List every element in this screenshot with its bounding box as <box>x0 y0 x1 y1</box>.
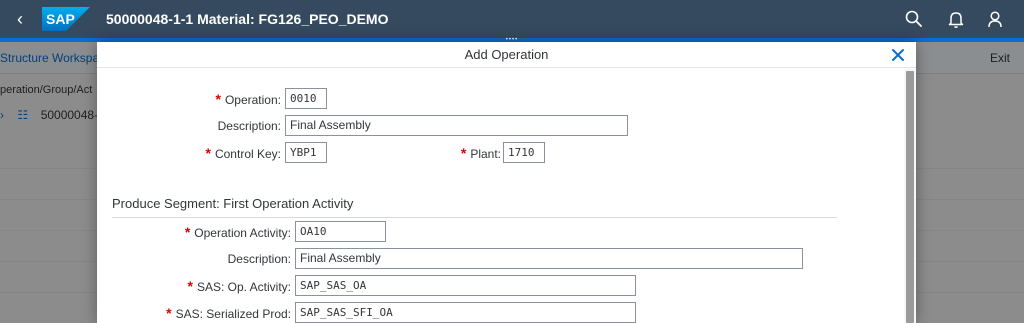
scrollbar-thumb[interactable] <box>906 71 914 323</box>
operation-activity-label: * Operation Activity: <box>184 224 291 240</box>
required-marker: * <box>215 91 221 107</box>
shell-bar: ‹ SAP 50000048-1-1 Material: FG126_PEO_D… <box>0 0 1024 38</box>
description-input[interactable]: Final Assembly <box>285 115 628 136</box>
required-marker: * <box>166 305 172 321</box>
sas-op-activity-label: * SAS: Op. Activity: <box>187 278 291 294</box>
back-icon[interactable]: ‹ <box>8 6 32 32</box>
bell-icon[interactable] <box>944 7 968 31</box>
search-icon[interactable] <box>902 7 926 31</box>
dialog-header: Add Operation <box>97 42 916 68</box>
section-title: Produce Segment: First Operation Activit… <box>112 196 354 211</box>
app-title: 50000048-1-1 Material: FG126_PEO_DEMO <box>106 11 389 27</box>
operation-label: * Operation: <box>215 91 282 107</box>
required-marker: * <box>184 224 191 240</box>
add-operation-dialog: Add Operation * Operation: 0010 Descripti… <box>97 42 916 323</box>
section-divider <box>112 217 837 218</box>
sap-logo[interactable]: SAP <box>42 7 90 31</box>
dialog-body: * Operation: 0010 Description: Final Asse… <box>97 69 904 323</box>
sas-op-activity-input[interactable]: SAP_SAS_OA <box>295 275 636 296</box>
description-label: Description: <box>217 119 281 133</box>
user-icon[interactable] <box>983 7 1007 31</box>
plant-label: * Plant: <box>460 145 501 161</box>
close-icon[interactable] <box>890 47 906 63</box>
operation-input[interactable]: 0010 <box>285 88 327 109</box>
dialog-title: Add Operation <box>464 47 549 62</box>
activity-description-input[interactable]: Final Assembly <box>295 248 803 269</box>
svg-text:SAP: SAP <box>46 11 75 27</box>
required-marker: * <box>460 145 467 161</box>
dialog-scrollbar[interactable] <box>904 69 916 323</box>
sas-serialized-prod-input[interactable]: SAP_SAS_SFI_OA <box>295 302 636 323</box>
control-key-label: * Control Key: <box>205 145 281 161</box>
control-key-input[interactable]: YBP1 <box>285 142 327 163</box>
required-marker: * <box>205 145 211 161</box>
plant-input[interactable]: 1710 <box>503 142 545 163</box>
sas-serialized-prod-label: * SAS: Serialized Prod: <box>166 305 291 321</box>
operation-activity-input[interactable]: OA10 <box>295 221 386 242</box>
activity-description-label: Description: <box>227 252 291 266</box>
required-marker: * <box>187 278 193 294</box>
